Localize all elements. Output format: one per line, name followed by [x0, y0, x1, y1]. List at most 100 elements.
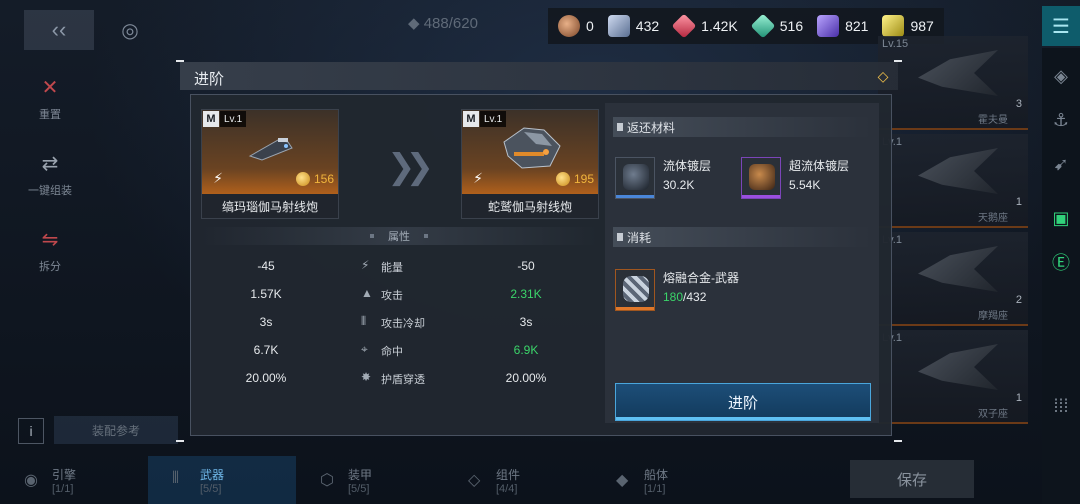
weapon-type-icon: ⚡ — [213, 170, 223, 186]
attribute-row: -45 ⚡ 能量 -50 — [257, 258, 535, 274]
level-badge: Lv.1 — [220, 111, 247, 127]
dialog-close-button[interactable]: ◇ — [874, 67, 892, 85]
tab-weapon[interactable]: ⦀ 武器 [5/5] — [148, 456, 296, 504]
ship-silhouette — [918, 246, 998, 292]
from-item-card[interactable]: M Lv.1 ⚡ 156 缟玛瑙伽马射线炮 — [201, 109, 339, 219]
info-button[interactable]: i — [18, 418, 44, 444]
grade-badge: M — [463, 111, 479, 127]
item-name: 蛇鹫伽马射线炮 — [462, 194, 598, 218]
tab-hull[interactable]: ◆ 船体 [1/1] — [592, 456, 740, 504]
ammo-icon[interactable]: ⁞⁞⁞ — [1042, 384, 1080, 428]
attribute-row: 6.7K ⌖ 命中 6.9K — [253, 342, 539, 358]
armor-icon: ⬡ — [320, 472, 334, 489]
fluid-plating-icon — [615, 157, 655, 199]
currency-copper[interactable]: 0 — [558, 15, 594, 37]
left-sidebar: ✕ 重置 ⇄ 一键组装 ⇋ 拆分 — [0, 60, 100, 288]
rocket-icon[interactable]: ➹ — [1042, 142, 1080, 186]
corner-mark — [894, 440, 902, 442]
diamond-close-icon: ◇ — [877, 68, 889, 84]
currency-green[interactable]: 516 — [750, 13, 803, 39]
power-coin-icon — [555, 172, 570, 186]
fleet-icon: ◆ — [408, 15, 424, 32]
power-value: 195 — [555, 172, 594, 186]
currency-silver[interactable]: 432 — [607, 15, 659, 37]
power-value: 156 — [295, 172, 334, 186]
molten-alloy-icon — [615, 269, 655, 311]
attack-icon: ▲ — [361, 286, 373, 300]
weapon-icon: ⦀ — [172, 470, 180, 487]
auto-assemble-button[interactable]: ⇄ 一键组装 — [0, 136, 100, 212]
split-button[interactable]: ⇋ 拆分 — [0, 212, 100, 288]
corner-mark — [894, 60, 902, 62]
list-icon: ☰ — [1052, 15, 1070, 38]
ship-list: Lv.15 3 霍夫曼 Lv.1 1 天鹅座 Lv.1 2 摩羯座 Lv.1 1… — [878, 36, 1028, 504]
ship-card[interactable]: Lv.1 1 双子座 — [878, 330, 1028, 424]
tab-engine[interactable]: ◉ 引擎 [1/1] — [0, 456, 148, 504]
to-item-card[interactable]: M Lv.1 ⚡ 195 蛇鹫伽马射线炮 — [461, 109, 599, 219]
energy-e-icon[interactable]: Ⓔ — [1042, 240, 1080, 284]
energy-icon: ⚡ — [361, 258, 370, 272]
upgrade-dialog: 进阶 ◇ M Lv.1 ⚡ 156 缟玛瑙伽马射线炮 ❯❯ M Lv.1 ⚡ 1… — [176, 60, 902, 442]
assembly-reference-button[interactable]: 装配参考 — [54, 416, 178, 444]
attribute-row: 20.00% ✸ 护盾穿透 20.00% — [245, 370, 547, 386]
anchor-icon[interactable]: ⚓ — [1042, 98, 1080, 142]
target-icon: ◎ — [121, 19, 139, 42]
tab-armor[interactable]: ⬡ 装甲 [5/5] — [296, 456, 444, 504]
double-chevron-right-icon: ❯❯ — [387, 148, 434, 186]
grade-badge: M — [203, 111, 219, 127]
back-button[interactable]: ‹‹ — [24, 10, 94, 50]
split-icon: ⇋ — [41, 228, 59, 251]
right-rail: ◈ ⚓ ➹ ▣ Ⓔ ⁞⁞⁞ — [1042, 48, 1080, 504]
currency-gold[interactable]: 987 — [882, 15, 934, 37]
auto-assemble-icon: ⇄ — [41, 152, 59, 175]
currency-purple[interactable]: 821 — [817, 15, 868, 37]
reset-icon: ✕ — [41, 76, 59, 99]
upgrade-button[interactable]: 进阶 — [615, 383, 871, 421]
target-button[interactable]: ◎ — [110, 12, 150, 48]
cargo-icon[interactable]: ▣ — [1042, 196, 1080, 240]
red-crystal-icon — [671, 13, 697, 39]
attribute-row: 3s ⫴ 攻击冷却 3s — [259, 314, 533, 330]
gamma-cannon-icon — [248, 138, 293, 161]
dialog-title: 进阶 — [194, 71, 225, 88]
accuracy-icon: ⌖ — [361, 342, 368, 356]
menu-button[interactable]: ☰ — [1042, 6, 1080, 46]
ship-silhouette — [918, 148, 998, 194]
corner-mark — [176, 440, 184, 442]
cost-material[interactable]: 熔融合金-武器 180/432 — [615, 269, 743, 311]
ship-silhouette — [918, 50, 998, 96]
reset-button[interactable]: ✕ 重置 — [0, 60, 100, 136]
materials-panel: 返还材料 流体镀层 30.2K 超流体镀层 5.54K 消耗 熔融合金-武器 1… — [605, 103, 879, 423]
corner-mark — [176, 60, 184, 62]
cooldown-icon: ⫴ — [361, 314, 367, 328]
ship-card[interactable]: Lv.1 1 天鹅座 — [878, 134, 1028, 228]
attribute-row: 1.57K ▲ 攻击 2.31K — [250, 286, 542, 302]
refund-material[interactable]: 超流体镀层 5.54K — [741, 157, 849, 199]
ship-card[interactable]: Lv.15 3 霍夫曼 — [878, 36, 1028, 130]
power-coin-icon — [295, 172, 310, 186]
currency-red[interactable]: 1.42K — [671, 13, 738, 39]
save-button[interactable]: 保存 — [850, 460, 974, 498]
shield-pierce-icon: ✸ — [361, 370, 372, 384]
gold-cube-icon — [882, 15, 905, 37]
refund-section-title: 返还材料 — [613, 117, 871, 137]
cost-section-title: 消耗 — [613, 227, 871, 247]
dialog-title-bar: 进阶 ◇ — [180, 62, 898, 90]
green-crystal-icon — [750, 13, 776, 39]
tab-component[interactable]: ◇ 组件 [4/4] — [444, 456, 592, 504]
purple-ingot-icon — [817, 15, 840, 37]
dialog-body: M Lv.1 ⚡ 156 缟玛瑙伽马射线炮 ❯❯ M Lv.1 ⚡ 195 蛇鹫… — [190, 94, 892, 436]
copper-ore-icon — [558, 15, 580, 37]
ship-silhouette — [918, 344, 998, 390]
superfluid-plating-icon — [741, 157, 781, 199]
ship-card[interactable]: Lv.1 2 摩羯座 — [878, 232, 1028, 326]
blueprint-icon[interactable]: ◈ — [1042, 54, 1080, 98]
level-badge: Lv.1 — [480, 111, 507, 127]
fleet-stat: ◆ 488/620 — [408, 15, 478, 32]
silver-crystal-icon — [607, 15, 630, 37]
gamma-cannon-advanced-icon — [503, 127, 561, 169]
component-icon: ◇ — [468, 472, 481, 489]
hull-icon: ◆ — [616, 472, 629, 489]
refund-material[interactable]: 流体镀层 30.2K — [615, 157, 711, 199]
chevron-left-icon: ‹‹ — [51, 17, 67, 42]
